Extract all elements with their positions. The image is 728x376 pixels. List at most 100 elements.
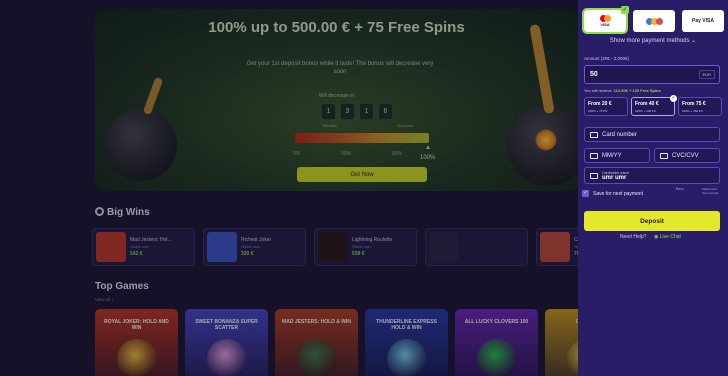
timer-digit: 1 bbox=[359, 103, 374, 120]
cardholder-value: umr umr bbox=[602, 174, 627, 181]
game-card[interactable]: Royal Joker: Hold and Win bbox=[95, 309, 178, 376]
game-card[interactable]: Mad Jesters: Hold & Win bbox=[275, 309, 358, 376]
spark-image bbox=[535, 129, 557, 151]
big-win-card[interactable]: Lightning Roulette Hidden user 539 € bbox=[314, 228, 417, 266]
game-card[interactable]: All Lucky Clovers 100 bbox=[455, 309, 538, 376]
win-game-name: Mad Jesters: Hol... bbox=[130, 237, 172, 243]
win-amount: 539 € bbox=[352, 251, 365, 257]
secure-badge-a: Beno bbox=[676, 187, 685, 191]
win-info: Mad Jesters: Hol... Hidden user 542 € bbox=[130, 237, 172, 257]
chat-icon: ◉ bbox=[654, 234, 659, 240]
timer-digit: 3 bbox=[340, 103, 355, 120]
game-name: Thunderline Express Hold & Win bbox=[376, 319, 437, 331]
game-name: Sweet Bonanza Super Scatter bbox=[195, 319, 258, 331]
receive-prefix: You will receive: bbox=[584, 88, 613, 93]
preset-amount: From 75 € bbox=[682, 101, 706, 107]
game-thumbnail bbox=[96, 232, 126, 262]
show-more-label: Show more payment methods bbox=[609, 38, 690, 44]
checkbox-checked-icon: ✓ bbox=[582, 190, 589, 197]
live-chat-label: Live Chat bbox=[659, 234, 681, 240]
payment-methods: VISA ✓ Pay VISA bbox=[582, 6, 724, 34]
win-user: Hidden user bbox=[130, 245, 149, 249]
promo-banner: 100% up to 500.00 € + 75 Free Spins Get … bbox=[95, 9, 578, 191]
progress-end-label: 100% bbox=[420, 155, 436, 161]
game-name: All Lucky Clovers 100 bbox=[464, 319, 529, 325]
card-icon bbox=[590, 131, 598, 138]
id-card-icon bbox=[590, 172, 598, 179]
game-art bbox=[207, 339, 247, 376]
live-chat-link[interactable]: ◉ Live Chat bbox=[654, 234, 681, 240]
payment-method-mastercard-visa[interactable]: VISA ✓ bbox=[582, 6, 629, 34]
cardholder-content: Cardholder name umr umr bbox=[602, 171, 629, 181]
win-user: Hidden user bbox=[352, 245, 371, 249]
need-help-link[interactable]: Need Help? bbox=[620, 234, 646, 240]
game-art bbox=[117, 339, 157, 376]
game-art bbox=[477, 339, 517, 376]
get-now-button[interactable]: Get Now bbox=[297, 167, 427, 182]
save-payment-checkbox[interactable]: ✓ Save for next payment bbox=[582, 190, 643, 197]
payment-method-label: VISA bbox=[600, 22, 610, 27]
timer-units: Minutes Seconds bbox=[323, 123, 413, 128]
timer-digit: 1 bbox=[321, 103, 336, 120]
save-label: Save for next payment bbox=[593, 190, 644, 197]
game-art bbox=[297, 339, 337, 376]
amount-label: Amount (20€ - 2,000€) bbox=[584, 56, 630, 61]
big-win-card[interactable]: Mad Jesters: Hol... Hidden user 542 € bbox=[92, 228, 195, 266]
win-amount: 542 € bbox=[130, 251, 143, 257]
show-more-payment-methods[interactable]: Show more payment methods ⌄ bbox=[578, 37, 728, 44]
selected-check-icon: ✓ bbox=[670, 95, 677, 102]
deposit-button[interactable]: Deposit bbox=[584, 211, 720, 231]
big-wins-icon bbox=[95, 207, 104, 216]
amount-presets: From 20 € 100% + 75 FS From 40 € 100% + … bbox=[584, 95, 722, 116]
preset-bonus: 100% + 100 FS bbox=[635, 109, 656, 113]
win-user: Hidden user bbox=[241, 245, 260, 249]
win-info: Lightning Roulette Hidden user 539 € bbox=[352, 237, 392, 257]
chevron-down-icon: ⌄ bbox=[691, 38, 697, 44]
big-win-card[interactable] bbox=[425, 228, 528, 266]
expiry-field[interactable]: MM/YY bbox=[584, 148, 650, 163]
game-thumbnail bbox=[540, 232, 570, 262]
game-art bbox=[387, 339, 427, 376]
preset-option[interactable]: From 20 € 100% + 75 FS bbox=[584, 97, 628, 116]
banner-title: 100% up to 500.00 € + 75 Free Spins bbox=[208, 19, 465, 36]
seconds-label: Seconds bbox=[397, 123, 413, 128]
top-games-title: Top Games bbox=[95, 281, 149, 292]
win-game-name: Lightning Roulette bbox=[352, 237, 393, 243]
amount-input[interactable]: 50 EUR bbox=[584, 65, 720, 84]
secure-badge-b: Mastercard SecureCode bbox=[702, 187, 719, 195]
preset-option[interactable]: From 40 € 100% + 100 FS ✓ bbox=[631, 95, 677, 116]
big-wins-title: Big Wins bbox=[95, 207, 150, 218]
game-card[interactable]: Sweet Bonanza Super Scatter bbox=[185, 309, 268, 376]
payment-method-wallet[interactable] bbox=[633, 10, 675, 32]
cardholder-field[interactable]: Cardholder name umr umr bbox=[584, 167, 720, 184]
view-all-link[interactable]: View all › bbox=[95, 297, 113, 302]
preset-bonus: 100% + 150 FS bbox=[682, 109, 703, 113]
card-number-placeholder: Card number bbox=[602, 131, 638, 138]
progress-mark: 0% bbox=[293, 151, 301, 157]
progress-mark: 50% bbox=[341, 151, 352, 157]
game-thumbnail bbox=[207, 232, 237, 262]
payment-method-apple-pay[interactable]: Pay VISA bbox=[682, 10, 724, 32]
preset-bonus: 100% + 75 FS bbox=[588, 109, 608, 113]
lock-card-icon bbox=[660, 152, 668, 159]
banner-subtitle: Get your 1st deposit bonus while it last… bbox=[246, 61, 434, 75]
minutes-label: Minutes bbox=[323, 123, 338, 128]
cvc-placeholder: CVC/CVV bbox=[672, 152, 699, 159]
selected-check-icon: ✓ bbox=[621, 6, 629, 14]
currency-badge: EUR bbox=[698, 70, 715, 79]
bonus-progress-bar bbox=[295, 133, 429, 143]
card-number-field[interactable]: Card number bbox=[584, 127, 720, 142]
casino-page: 100% up to 500.00 € + 75 Free Spins Get … bbox=[0, 0, 728, 376]
game-card[interactable]: Thunderline Express Hold & Win bbox=[365, 309, 448, 376]
expiry-placeholder: MM/YY bbox=[602, 152, 622, 159]
timer-digit: 6 bbox=[378, 103, 393, 120]
win-amount: 320 € bbox=[241, 251, 254, 257]
preset-option[interactable]: From 75 € 100% + 150 FS bbox=[678, 97, 722, 116]
game-thumbnail bbox=[429, 232, 459, 262]
preset-amount: From 40 € bbox=[635, 101, 659, 107]
amount-value: 50 bbox=[590, 71, 598, 78]
game-thumbnail bbox=[318, 232, 348, 262]
receive-value: 112,50€ + 120 Free Spins bbox=[613, 88, 661, 93]
cvc-field[interactable]: CVC/CVV bbox=[654, 148, 720, 163]
big-win-card[interactable]: Richest Joker Hidden user 320 € bbox=[203, 228, 306, 266]
